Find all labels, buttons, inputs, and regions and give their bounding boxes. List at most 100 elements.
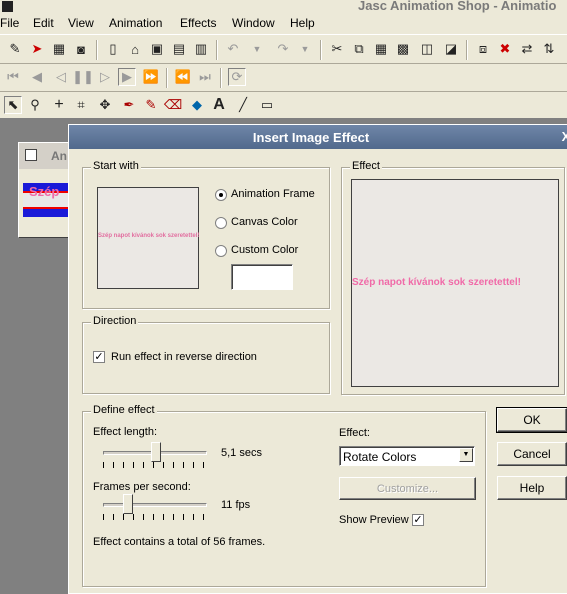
resize-icon[interactable]: ⧈ (474, 40, 492, 58)
fill-icon[interactable]: ◆ (188, 96, 206, 114)
step-fwd-icon[interactable]: ▷ (96, 68, 114, 86)
properties-icon[interactable]: ▥ (192, 40, 210, 58)
move-icon[interactable]: ✥ (96, 96, 114, 114)
rectangle-icon[interactable]: ▭ (258, 96, 276, 114)
tools-toolbar: ⬉ ⚲ + ⌗ ✥ ✒ ✎ ⌫ ◆ A ╱ ▭ (0, 92, 567, 118)
cancel-button[interactable]: Cancel (497, 442, 567, 466)
radio-animation-frame-label[interactable]: Animation Frame (231, 188, 315, 200)
frames-icon[interactable]: ▤ (170, 40, 188, 58)
custom-color-swatch[interactable] (231, 264, 293, 290)
radio-canvas-color-label[interactable]: Canvas Color (231, 216, 298, 228)
effect-type-value: Rotate Colors (343, 450, 417, 464)
menu-view[interactable]: View (68, 16, 94, 30)
brush-icon[interactable]: ✎ (142, 96, 160, 114)
effect-preview-label: Effect (350, 160, 382, 172)
dialog-title-bar[interactable]: Insert Image Effect X (69, 125, 567, 149)
start-preview-text: Szép napot kívánok sok szeretettel! (98, 233, 200, 239)
frame-thumbnail[interactable]: Szép (23, 183, 71, 217)
direction-group: Direction ✓ Run effect in reverse direct… (82, 315, 330, 394)
cut-icon[interactable]: ✂ (328, 40, 346, 58)
save-icon[interactable]: ▣ (148, 40, 166, 58)
menu-file[interactable]: File (0, 16, 19, 30)
text-icon[interactable]: A (210, 96, 228, 114)
undo-dropdown-icon[interactable]: ▼ (248, 40, 266, 58)
zoom-icon[interactable]: ⚲ (26, 96, 44, 114)
menu-effects[interactable]: Effects (180, 16, 216, 30)
effect-preview-group: Effect Szép napot kívánok sok szeretette… (341, 160, 565, 395)
show-preview-checkbox[interactable]: ✓ (412, 514, 424, 526)
child-window-caption[interactable]: An (19, 143, 75, 169)
next-icon[interactable]: ⏭ (196, 68, 214, 86)
delete-icon[interactable]: ✖ (496, 40, 514, 58)
dialog-title: Insert Image Effect (252, 130, 370, 145)
mirror-icon[interactable]: ⇄ (518, 40, 536, 58)
customize-button[interactable]: Customize... (339, 477, 476, 500)
wizard-icon[interactable]: ✎ (6, 40, 24, 58)
reverse-direction-checkbox[interactable]: ✓ (93, 351, 105, 363)
app-title-bar: Jasc Animation Shop - Animatio (0, 0, 567, 14)
last-frame-icon[interactable]: ⏪ (174, 68, 192, 86)
start-with-group: Start with Szép napot kívánok sok szeret… (82, 160, 330, 309)
menu-help[interactable]: Help (290, 16, 315, 30)
effect-type-select[interactable]: Rotate Colors ▼ (339, 446, 475, 466)
effect-length-value: 5,1 secs (221, 447, 262, 459)
crop-icon[interactable]: ⌗ (72, 96, 90, 114)
pause-icon[interactable]: ❚❚ (72, 68, 94, 86)
paste-frames-icon[interactable]: ▩ (394, 40, 412, 58)
step-back-icon[interactable]: ◁ (52, 68, 70, 86)
new-icon[interactable]: ▯ (104, 40, 122, 58)
ok-button[interactable]: OK (496, 407, 567, 433)
animation-child-window[interactable]: An Szép (18, 142, 75, 238)
crosshair-icon[interactable]: + (50, 96, 68, 114)
menu-edit[interactable]: Edit (33, 16, 54, 30)
redo-dropdown-icon[interactable]: ▼ (296, 40, 314, 58)
flip-icon[interactable]: ⇅ (540, 40, 558, 58)
radio-custom-color-label[interactable]: Custom Color (231, 244, 298, 256)
chevron-down-icon[interactable]: ▼ (459, 448, 473, 462)
frames-summary: Effect contains a total of 56 frames. (93, 536, 266, 548)
copy-icon[interactable]: ⧉ (350, 40, 368, 58)
play-icon[interactable]: ▶ (118, 68, 136, 86)
fps-ticks (103, 514, 207, 520)
redo-icon[interactable]: ↷ (274, 40, 292, 58)
banner-icon[interactable]: ➤ (28, 40, 46, 58)
effect-length-slider[interactable] (151, 442, 161, 462)
loop-icon[interactable]: ⟳ (228, 68, 246, 86)
child-window-title: An (51, 149, 67, 163)
reverse-direction-label[interactable]: Run effect in reverse direction (111, 351, 257, 363)
paste-icon[interactable]: ▦ (372, 40, 390, 58)
fps-value: 11 fps (221, 499, 251, 511)
eraser-icon[interactable]: ⌫ (164, 96, 182, 114)
film-icon[interactable]: ▦ (50, 40, 68, 58)
first-frame-icon[interactable]: ⏮ (4, 68, 22, 86)
radio-canvas-color[interactable] (215, 217, 227, 229)
menu-window[interactable]: Window (232, 16, 275, 30)
fps-slider[interactable] (123, 494, 133, 514)
open-icon[interactable]: ⌂ (126, 40, 144, 58)
close-icon[interactable]: X (557, 129, 567, 145)
app-icon (2, 1, 13, 12)
menu-bar: File Edit View Animation Effects Window … (0, 14, 567, 34)
effect-preview-text: Szép napot kívánok sok szeretettel! (352, 277, 521, 288)
define-effect-group: Define effect Effect length: 5,1 secs Fr… (82, 404, 486, 587)
radio-animation-frame[interactable] (215, 189, 227, 201)
dropper-icon[interactable]: ✒ (120, 96, 138, 114)
show-preview-label[interactable]: Show Preview (339, 514, 409, 526)
direction-label: Direction (91, 315, 139, 327)
effect-length-ticks (103, 462, 207, 468)
paste-before-icon[interactable]: ◪ (442, 40, 460, 58)
start-with-label: Start with (91, 160, 141, 172)
define-effect-label: Define effect (91, 404, 157, 416)
help-button[interactable]: Help (497, 476, 567, 500)
camera-icon[interactable]: ◙ (72, 40, 90, 58)
prev-frame-icon[interactable]: ◀ (28, 68, 46, 86)
radio-custom-color[interactable] (215, 245, 227, 257)
fast-forward-icon[interactable]: ⏩ (142, 68, 160, 86)
line-icon[interactable]: ╱ (234, 96, 252, 114)
undo-icon[interactable]: ↶ (224, 40, 242, 58)
paste-after-icon[interactable]: ◫ (418, 40, 436, 58)
fps-label: Frames per second: (93, 481, 191, 493)
arrow-icon[interactable]: ⬉ (4, 96, 22, 114)
menu-animation[interactable]: Animation (109, 16, 162, 30)
fps-track[interactable] (103, 503, 207, 507)
